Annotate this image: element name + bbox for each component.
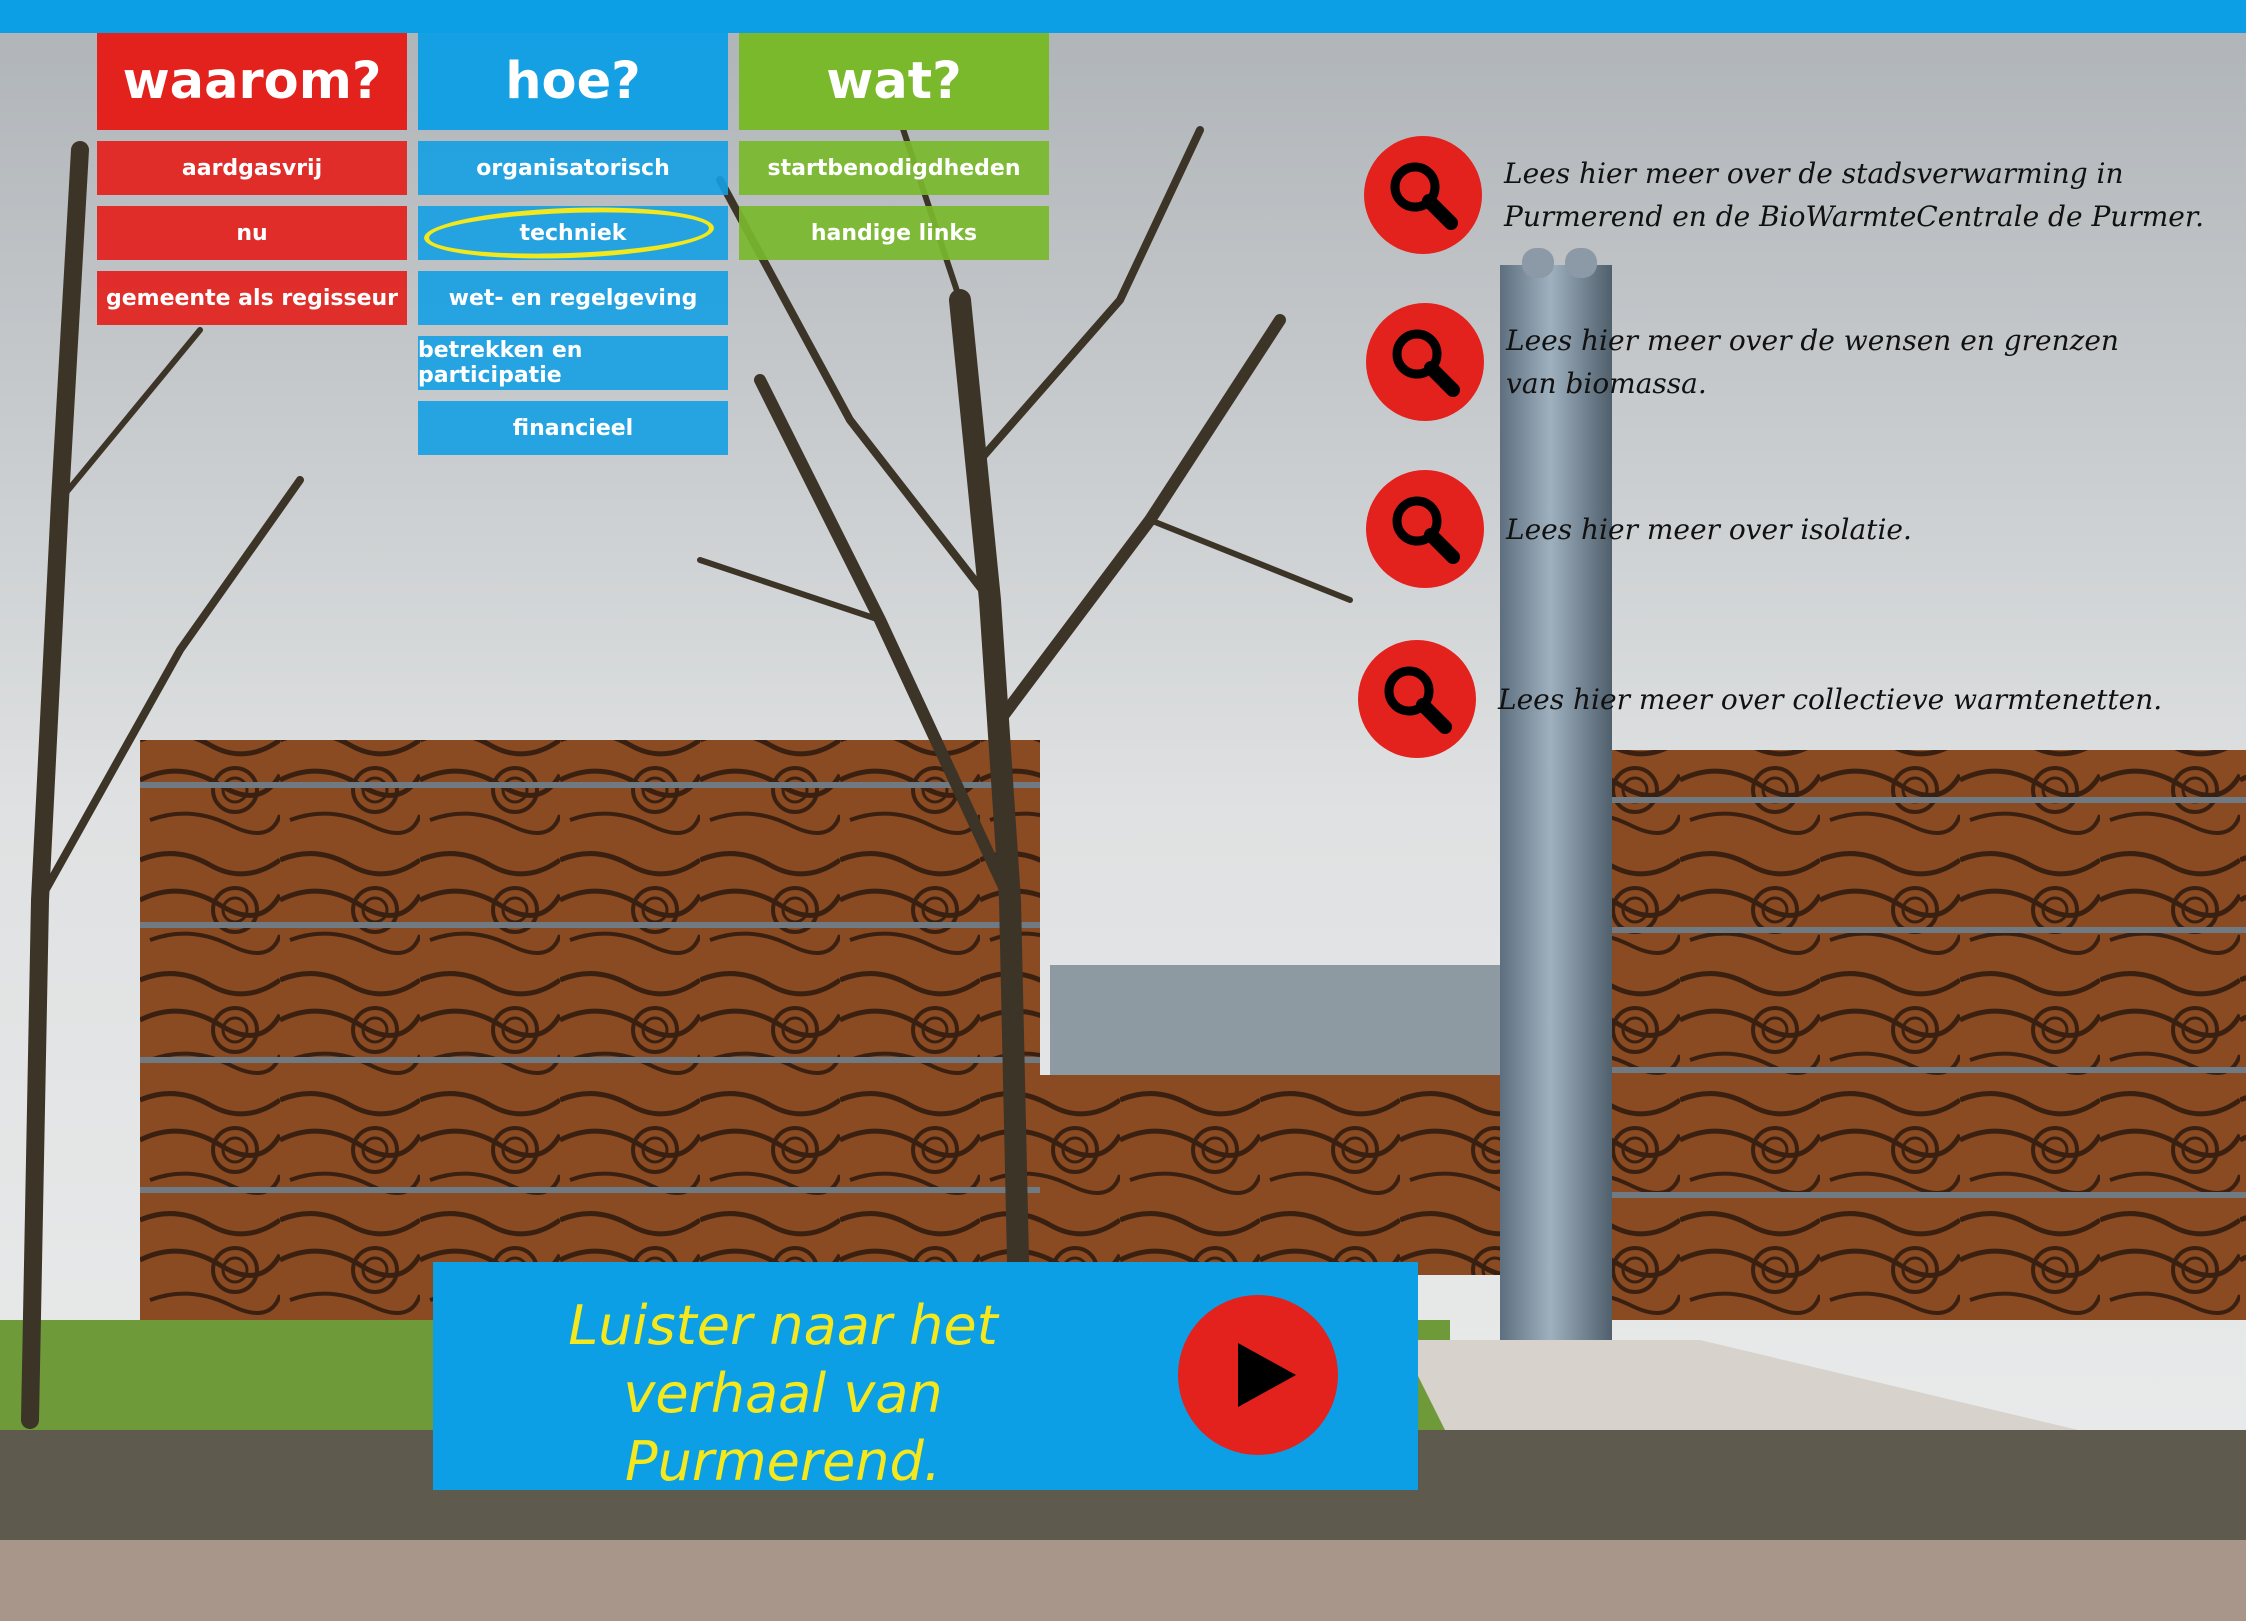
info-row-isolatie: Lees hier meer over isolatie. [1366, 470, 1912, 588]
menu-item-startbenodigdheden[interactable]: startbenodigdheden [739, 141, 1049, 195]
info-row-warmtenetten: Lees hier meer over collectieve warmtene… [1358, 640, 2162, 758]
play-button[interactable] [1178, 1295, 1338, 1455]
listen-text: Luister naar het verhaal van Purmerend. [568, 1294, 998, 1493]
menu-item-wet-en-regelgeving[interactable]: wet- en regelgeving [418, 271, 728, 325]
info-row-stadsverwarming: Lees hier meer over de stadsverwarming i… [1364, 136, 2204, 254]
search-icon[interactable] [1358, 640, 1476, 758]
top-stripe [0, 0, 2246, 33]
search-icon[interactable] [1364, 136, 1482, 254]
menu-item-handige-links[interactable]: handige links [739, 206, 1049, 260]
menu-heading-wat[interactable]: wat? [739, 33, 1049, 130]
listen-panel[interactable]: Luister naar het verhaal van Purmerend. [433, 1262, 1418, 1493]
menu-column-hoe: hoe? organisatorisch techniek wet- en re… [418, 33, 728, 455]
menu-item-financieel[interactable]: financieel [418, 401, 728, 455]
menu-item-organisatorisch[interactable]: organisatorisch [418, 141, 728, 195]
menu-item-nu[interactable]: nu [97, 206, 407, 260]
info-text-biomassa[interactable]: Lees hier meer over de wensen en grenzen… [1506, 319, 2119, 405]
play-icon [1238, 1343, 1296, 1407]
menu-item-aardgasvrij[interactable]: aardgasvrij [97, 141, 407, 195]
info-text-isolatie[interactable]: Lees hier meer over isolatie. [1506, 508, 1912, 551]
menu-item-betrekken-en-participatie[interactable]: betrekken en participatie [418, 336, 728, 390]
menu-heading-hoe[interactable]: hoe? [418, 33, 728, 130]
menu-item-techniek[interactable]: techniek [418, 202, 728, 264]
menu-heading-waarom[interactable]: waarom? [97, 33, 407, 130]
info-text-stadsverwarming[interactable]: Lees hier meer over de stadsverwarming i… [1504, 152, 2204, 238]
search-icon[interactable] [1366, 470, 1484, 588]
menu-item-gemeente-als-regisseur[interactable]: gemeente als regisseur [97, 271, 407, 325]
info-row-biomassa: Lees hier meer over de wensen en grenzen… [1366, 303, 2119, 421]
search-icon[interactable] [1366, 303, 1484, 421]
menu-column-wat: wat? startbenodigdheden handige links [739, 33, 1049, 260]
info-text-warmtenetten[interactable]: Lees hier meer over collectieve warmtene… [1498, 678, 2162, 721]
menu-column-waarom: waarom? aardgasvrij nu gemeente als regi… [97, 33, 407, 325]
highlight-circle [423, 202, 715, 264]
